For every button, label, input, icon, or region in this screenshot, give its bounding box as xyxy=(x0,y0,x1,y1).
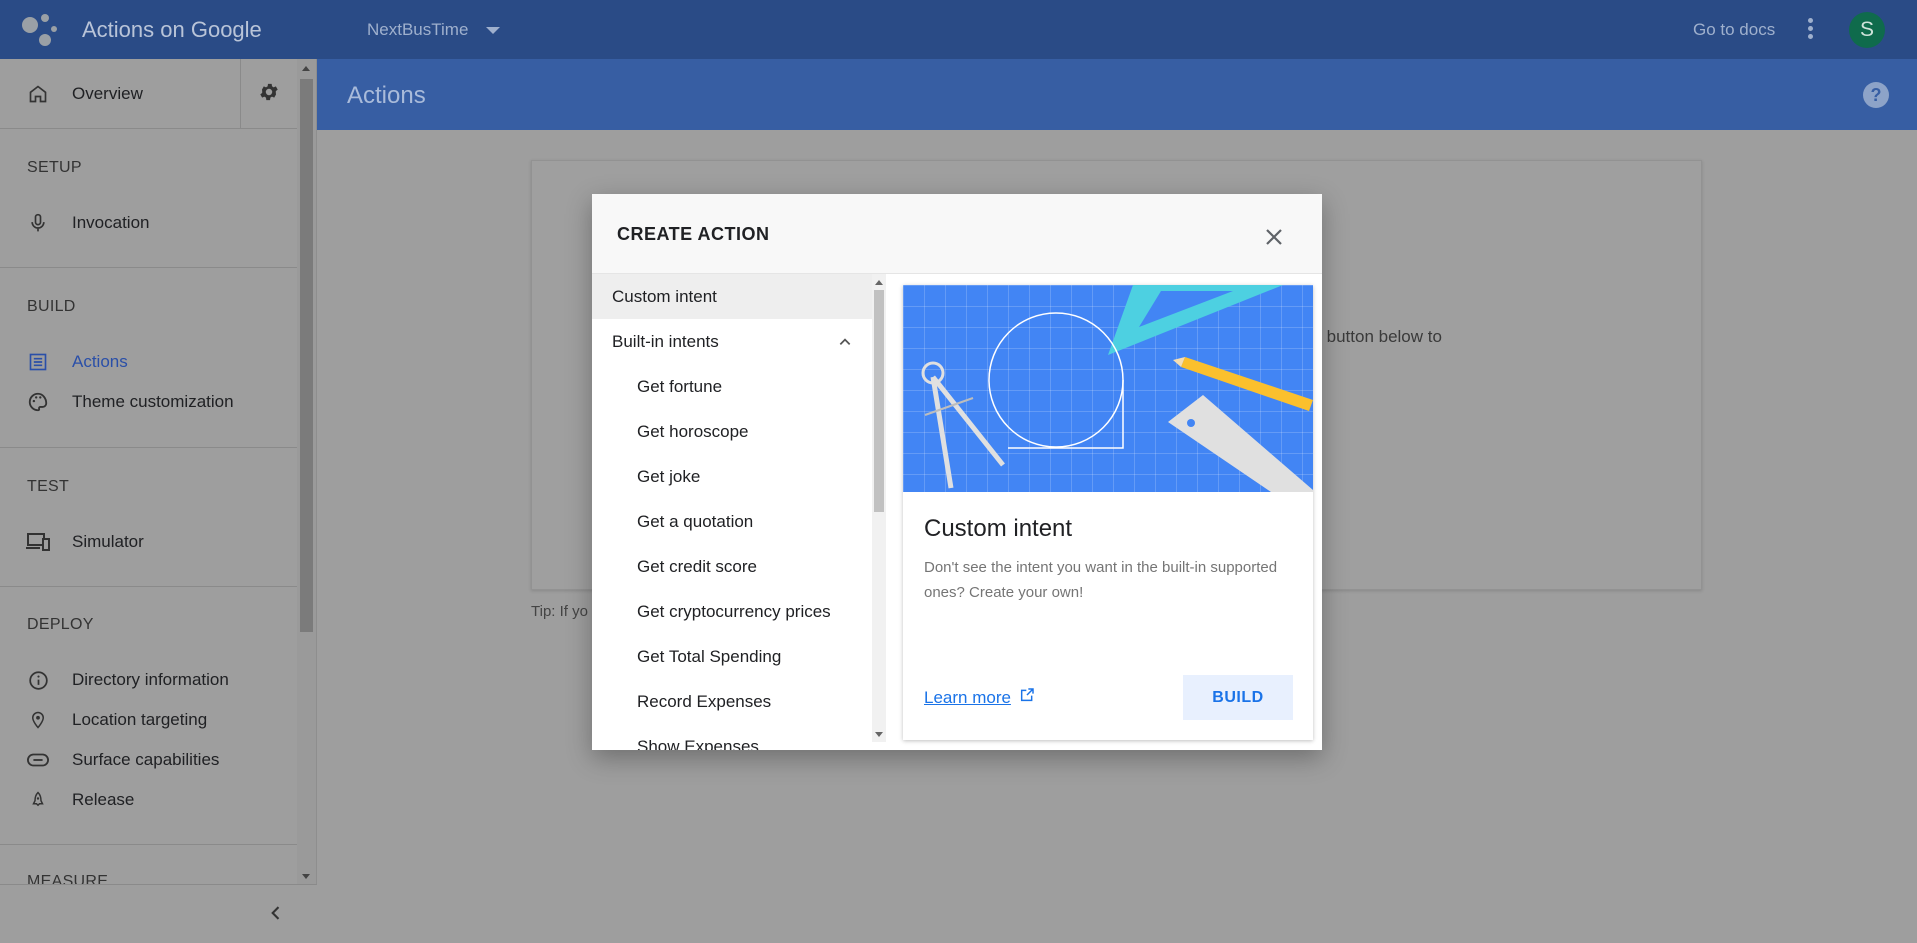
sidebar-item-label: Release xyxy=(72,790,135,809)
list-item-label: Get a quotation xyxy=(637,511,754,531)
sidebar-item-label: Simulator xyxy=(72,532,144,551)
card-text: he button below to xyxy=(1303,327,1442,346)
list-item-label: Get horoscope xyxy=(637,421,749,441)
scroll-down-arrow-icon[interactable] xyxy=(875,732,883,737)
page-header: Actions ? xyxy=(317,59,1917,130)
sidebar-item-label: Directory information xyxy=(72,670,229,689)
list-item-label: Record Expenses xyxy=(637,691,772,711)
list-item[interactable]: Get Total Spending xyxy=(592,634,872,679)
list-item[interactable]: Get credit score xyxy=(592,544,872,589)
external-link-icon xyxy=(1019,687,1035,708)
microphone-icon xyxy=(26,211,50,235)
intent-list: Custom intent Built-in intents Get fortu… xyxy=(592,274,872,750)
dialog-header: CREATE ACTION xyxy=(592,194,1322,274)
list-item-builtin-intents[interactable]: Built-in intents xyxy=(592,319,872,364)
home-icon xyxy=(26,82,50,106)
detail-title: Custom intent xyxy=(924,515,1073,542)
list-item-label: Show Expenses xyxy=(637,736,759,751)
section-deploy: DEPLOY xyxy=(27,616,94,633)
chevron-left-icon[interactable] xyxy=(266,903,286,923)
list-item[interactable]: Show Expenses xyxy=(592,724,872,751)
scroll-up-arrow-icon[interactable] xyxy=(875,280,883,285)
list-item[interactable]: Get cryptocurrency prices xyxy=(592,589,872,634)
intent-list-scrollbar[interactable] xyxy=(872,274,886,742)
list-item-label: Get Total Spending xyxy=(637,646,782,666)
list-item[interactable]: Record Expenses xyxy=(592,679,872,724)
learn-more-label: Learn more xyxy=(924,687,1011,707)
list-item-label: Custom intent xyxy=(612,286,717,306)
chevron-up-icon[interactable] xyxy=(838,334,852,348)
learn-more-link[interactable]: Learn more xyxy=(924,687,1035,708)
list-item[interactable]: Get a quotation xyxy=(592,499,872,544)
app-title[interactable]: Actions on Google xyxy=(82,17,262,43)
sidebar-item-label: Invocation xyxy=(72,213,150,232)
list-item-custom-intent[interactable]: Custom intent xyxy=(592,274,872,319)
sidebar-footer xyxy=(0,884,317,943)
sidebar: Overview SETUP Invocation BUILD Actions … xyxy=(0,59,317,943)
list-item-label: Get fortune xyxy=(637,376,723,396)
create-action-dialog: CREATE ACTION Custom intent Built-in int… xyxy=(592,194,1322,750)
list-item-label: Get joke xyxy=(637,466,701,486)
scroll-up-arrow-icon[interactable] xyxy=(302,66,310,71)
scrollbar-thumb[interactable] xyxy=(300,79,313,632)
page-title: Actions xyxy=(347,82,426,109)
detail-description: Don't see the intent you want in the bui… xyxy=(924,559,1278,601)
section-test: TEST xyxy=(27,478,70,495)
location-pin-icon xyxy=(26,708,50,732)
help-icon[interactable]: ? xyxy=(1863,82,1889,108)
intent-detail-card: Custom intent Don't see the intent you w… xyxy=(903,285,1313,740)
close-icon[interactable] xyxy=(1262,225,1286,249)
list-icon xyxy=(26,350,50,374)
sidebar-item-label: Theme customization xyxy=(72,392,234,411)
sidebar-scrollbar[interactable] xyxy=(297,59,316,884)
dropdown-arrow-icon xyxy=(486,26,501,34)
dialog-title: CREATE ACTION xyxy=(617,224,770,244)
settings-button[interactable] xyxy=(240,59,297,129)
info-icon xyxy=(26,668,50,692)
section-setup: SETUP xyxy=(27,159,82,176)
list-item-label: Built-in intents xyxy=(612,331,719,351)
palette-icon xyxy=(26,390,50,414)
sidebar-item-label: Actions xyxy=(72,352,128,371)
avatar[interactable]: S xyxy=(1849,12,1885,48)
project-selector[interactable]: NextBusTime xyxy=(367,20,501,40)
list-item[interactable]: Get joke xyxy=(592,454,872,499)
list-item-label: Get credit score xyxy=(637,556,757,576)
divider xyxy=(0,447,297,448)
go-to-docs-link[interactable]: Go to docs xyxy=(1693,20,1775,40)
project-name: NextBusTime xyxy=(367,20,469,39)
tip-text: Tip: If yo xyxy=(531,603,588,620)
devices-icon xyxy=(26,530,50,554)
scrollbar-thumb[interactable] xyxy=(874,290,884,512)
sidebar-overview-row: Overview xyxy=(0,59,297,129)
sidebar-item-label: Location targeting xyxy=(72,710,208,729)
blueprint-illustration xyxy=(903,285,1313,492)
more-options-icon[interactable] xyxy=(1806,18,1814,42)
scroll-down-arrow-icon[interactable] xyxy=(302,874,310,879)
sidebar-item-label: Overview xyxy=(72,84,143,103)
list-item[interactable]: Get fortune xyxy=(592,364,872,409)
divider xyxy=(0,586,297,587)
list-item-label: Get cryptocurrency prices xyxy=(637,601,831,621)
build-button[interactable]: BUILD xyxy=(1183,675,1293,720)
assistant-logo-icon xyxy=(22,13,58,47)
rocket-icon xyxy=(26,788,50,812)
divider xyxy=(0,267,297,268)
list-item[interactable]: Get horoscope xyxy=(592,409,872,454)
divider xyxy=(0,844,297,845)
toggle-icon xyxy=(26,748,50,772)
sidebar-item-label: Surface capabilities xyxy=(72,750,220,769)
section-build: BUILD xyxy=(27,298,76,315)
top-app-bar: Actions on Google NextBusTime Go to docs… xyxy=(0,0,1917,59)
gear-icon xyxy=(258,81,280,108)
